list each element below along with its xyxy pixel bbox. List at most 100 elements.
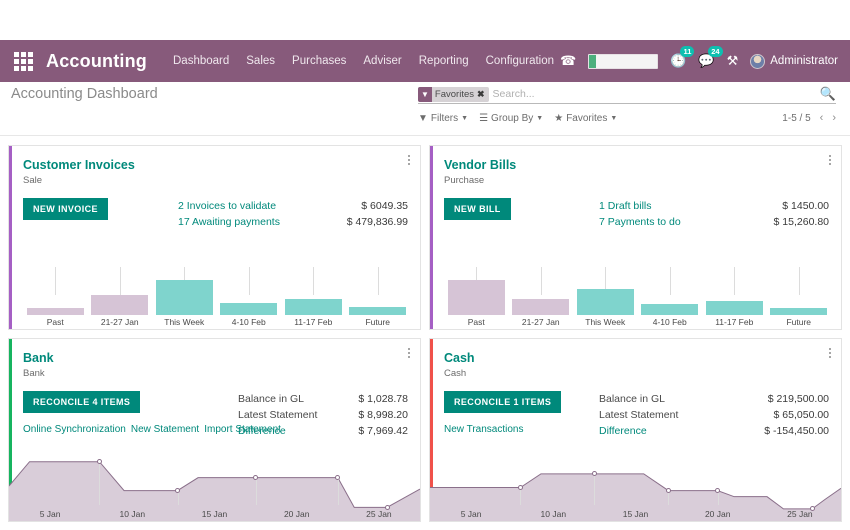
bar[interactable] <box>641 303 699 315</box>
card-title[interactable]: Customer Invoices <box>23 158 135 172</box>
group-by-dropdown[interactable]: ☰ Group By ▼ <box>479 113 543 124</box>
stat-label: Latest Statement <box>238 408 318 421</box>
bar-slot[interactable]: Future <box>767 263 832 327</box>
chevron-down-icon: ▼ <box>461 114 469 122</box>
stat-label[interactable]: Difference <box>238 423 286 439</box>
bar-slot[interactable]: Past <box>444 263 509 327</box>
menu-item-adviser[interactable]: Adviser <box>363 55 401 67</box>
grid-tick <box>377 266 379 295</box>
stat-row: Latest Statement $ 65,050.00 <box>599 407 829 423</box>
wrench-icon[interactable]: ⚒ <box>727 53 739 69</box>
area-chart-svg <box>430 445 841 521</box>
grid-tick <box>669 266 671 295</box>
activities-clock-icon[interactable]: 🕒 11 <box>670 46 695 69</box>
bar[interactable] <box>284 298 342 315</box>
menu-item-configuration[interactable]: Configuration <box>486 55 554 67</box>
stat-label[interactable]: Difference <box>599 423 647 439</box>
pager-previous-icon[interactable]: ‹ <box>820 112 824 124</box>
bar[interactable] <box>512 298 570 315</box>
bar[interactable] <box>220 302 278 315</box>
card-title[interactable]: Cash <box>444 351 475 365</box>
menu-item-dashboard[interactable]: Dashboard <box>173 55 229 67</box>
bar-slot[interactable]: This Week <box>573 263 638 327</box>
area-chart[interactable]: 5 Jan 10 Jan 15 Jan 20 Jan 25 Jan <box>9 445 420 521</box>
bar[interactable] <box>447 279 505 315</box>
search-area: ▼ Favorites ✖ 🔍 ▼ Filters ▼ ☰ Group By ▼… <box>418 85 836 124</box>
bar-slot[interactable]: This Week <box>152 263 217 327</box>
bar-slot[interactable]: 11-17 Feb <box>702 263 767 327</box>
bar-chart[interactable]: Past 21-27 Jan This Week 4-10 Feb 11-17 Feb F… <box>9 263 420 327</box>
link-new-statement[interactable]: New Statement <box>131 424 199 435</box>
stat-label: Latest Statement <box>599 408 679 421</box>
stat-value: $ 1,028.78 <box>358 392 408 405</box>
filters-dropdown[interactable]: ▼ Filters ▼ <box>418 113 468 124</box>
messages-chat-icon[interactable]: 💬 24 <box>698 46 723 69</box>
close-icon[interactable]: ✖ <box>477 87 489 102</box>
link-online-synchronization[interactable]: Online Synchronization <box>23 424 126 435</box>
favorites-dropdown[interactable]: ★ Favorites ▼ <box>554 113 617 124</box>
new-invoice-button[interactable]: NEW INVOICE <box>23 198 108 220</box>
card-menu-icon[interactable] <box>829 155 831 165</box>
reconcile-items-button[interactable]: RECONCILE 4 ITEMS <box>23 390 141 413</box>
grid-tick <box>734 266 736 295</box>
stat-value: $ 15,260.80 <box>773 216 829 229</box>
bar[interactable] <box>770 307 828 315</box>
search-icon[interactable]: 🔍 <box>814 86 836 102</box>
bar-slot[interactable]: Future <box>346 263 411 327</box>
progress-bar-widget[interactable] <box>588 53 659 69</box>
bar-label: Future <box>786 316 812 327</box>
card-subtitle: Sale <box>23 175 43 186</box>
stat-row: Balance in GL $ 219,500.00 <box>599 391 829 407</box>
card-menu-icon[interactable] <box>829 347 831 358</box>
stat-value: $ 7,969.42 <box>358 425 408 438</box>
stat-label[interactable]: 7 Payments to do <box>599 214 681 230</box>
app-brand-accounting[interactable]: Accounting <box>46 51 147 72</box>
area-chart[interactable]: 5 Jan 10 Jan 15 Jan 20 Jan 25 Jan <box>430 445 841 521</box>
search-facet-favorites[interactable]: ▼ Favorites ✖ <box>418 86 489 102</box>
bar[interactable] <box>349 306 407 315</box>
card-title[interactable]: Vendor Bills <box>444 158 516 172</box>
stat-row: Latest Statement $ 8,998.20 <box>238 407 408 423</box>
bar-slot[interactable]: 4-10 Feb <box>217 263 282 327</box>
area-fill <box>9 461 420 521</box>
menu-item-reporting[interactable]: Reporting <box>419 55 469 67</box>
stat-label[interactable]: 1 Draft bills <box>599 198 652 214</box>
apps-grid-icon[interactable] <box>6 51 40 71</box>
card-links: Online Synchronization New Statement Impor… <box>23 419 281 438</box>
card-menu-icon[interactable] <box>408 347 410 358</box>
card-menu-icon[interactable] <box>408 155 410 165</box>
menu-item-sales[interactable]: Sales <box>246 55 275 67</box>
group-by-label: Group By <box>491 112 534 124</box>
bar-slot[interactable]: 21-27 Jan <box>88 263 153 327</box>
bar-slot[interactable]: Past <box>23 263 88 327</box>
bar-label: 11-17 Feb <box>294 316 333 327</box>
card-stats: 2 Invoices to validate $ 6049.35 17 Awai… <box>178 198 408 231</box>
bar[interactable] <box>26 307 84 315</box>
stat-label[interactable]: 17 Awaiting payments <box>178 214 280 230</box>
bar[interactable] <box>705 300 763 315</box>
pager-next-icon[interactable]: › <box>832 112 836 124</box>
bar-slot[interactable]: 21-27 Jan <box>509 263 574 327</box>
user-menu[interactable]: Administrator <box>750 53 838 69</box>
pager-count: 1-5 / 5 <box>782 112 811 124</box>
card-title[interactable]: Bank <box>23 351 54 365</box>
bar-slot[interactable]: 11-17 Feb <box>281 263 346 327</box>
card-vendor-bills: Vendor Bills Purchase NEW BILL 1 Draft b… <box>429 145 842 330</box>
dashboard-grid: Customer Invoices Sale NEW INVOICE 2 Inv… <box>8 145 842 522</box>
bar-chart[interactable]: Past 21-27 Jan This Week 4-10 Feb 11-17 Feb F… <box>430 263 841 327</box>
bar[interactable] <box>576 288 634 315</box>
card-stats: 1 Draft bills $ 1450.00 7 Payments to do… <box>599 198 829 231</box>
bar-slot[interactable]: 4-10 Feb <box>638 263 703 327</box>
new-bill-button[interactable]: NEW BILL <box>444 198 511 220</box>
menu-item-purchases[interactable]: Purchases <box>292 55 346 67</box>
phone-icon[interactable]: ☎ <box>560 53 576 69</box>
bar[interactable] <box>155 279 213 315</box>
grid-tick <box>119 266 121 295</box>
stat-label[interactable]: 2 Invoices to validate <box>178 198 276 214</box>
bar[interactable] <box>91 294 149 315</box>
area-fill <box>430 473 841 521</box>
reconcile-items-button[interactable]: RECONCILE 1 ITEMS <box>444 390 562 413</box>
link-new-transactions[interactable]: New Transactions <box>444 424 523 435</box>
search-input[interactable] <box>492 88 814 100</box>
user-avatar <box>750 53 766 69</box>
